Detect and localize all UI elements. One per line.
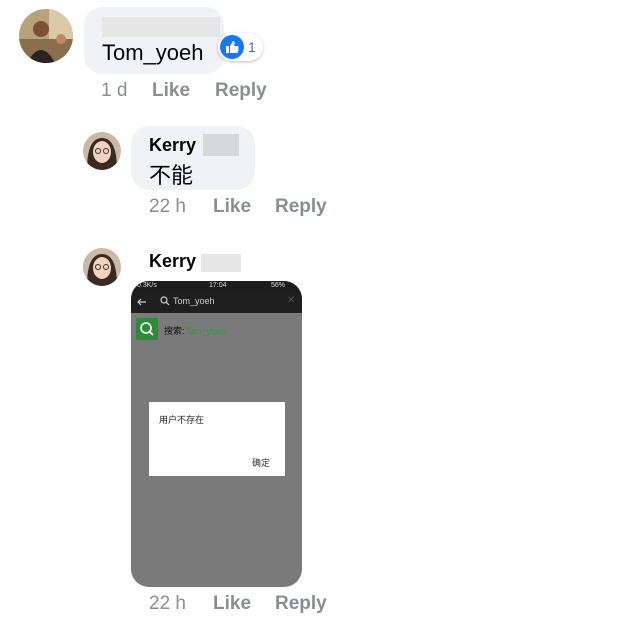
- phone-result-query: Tom_yoeh: [184, 326, 227, 336]
- comment-time[interactable]: 1 d: [101, 80, 127, 102]
- avatar-commenter-2[interactable]: [83, 132, 121, 170]
- phone-search-query: Tom_yoeh: [173, 296, 215, 306]
- reply-button[interactable]: Reply: [275, 593, 327, 615]
- comment-text: Tom_yoeh: [102, 40, 204, 65]
- clear-icon: ✕: [287, 295, 296, 306]
- phone-alert-dialog: 用户不存在 确定: [149, 402, 285, 476]
- comment-author[interactable]: Kerry: [149, 135, 196, 156]
- comment-actions-3: 22 h Like Reply: [0, 593, 640, 617]
- comment-text: 不能: [149, 163, 194, 188]
- comment-actions-1: 1 d Like Reply: [0, 80, 640, 104]
- comment-time[interactable]: 22 h: [149, 593, 186, 615]
- search-icon: [160, 296, 170, 306]
- phone-result-prefix: 搜索:: [164, 326, 185, 336]
- thumbs-up-icon: [220, 35, 244, 59]
- like-button[interactable]: Like: [213, 196, 251, 218]
- status-battery: 56%: [271, 282, 286, 289]
- phone-dialog-ok-button: 确定: [252, 458, 271, 468]
- phone-dialog-message: 用户不存在: [159, 415, 205, 425]
- redacted-author-surname: [201, 254, 241, 272]
- comment-bubble-2: Kerry 不能: [131, 126, 255, 190]
- status-clock: 17:04: [209, 282, 227, 289]
- reaction-badge[interactable]: 1: [218, 33, 263, 61]
- like-button[interactable]: Like: [213, 593, 251, 615]
- phone-search-bar: Tom_yoeh ✕: [131, 291, 302, 313]
- phone-result-search-icon: [136, 318, 158, 340]
- reply-button[interactable]: Reply: [275, 196, 327, 218]
- reaction-count: 1: [248, 39, 256, 55]
- reply-button[interactable]: Reply: [215, 80, 267, 102]
- comment-bubble-1: Tom_yoeh: [84, 7, 224, 74]
- attached-screenshot[interactable]: 0.3K/s 17:04 56% Tom_yoeh ✕ 搜索: Tom_yoeh …: [131, 281, 302, 587]
- back-arrow-icon: [137, 298, 146, 306]
- avatar-commenter-3[interactable]: [83, 248, 121, 286]
- redacted-author-name: [102, 17, 220, 37]
- comment-time[interactable]: 22 h: [149, 196, 186, 218]
- redacted-author-surname: [203, 134, 239, 156]
- avatar-commenter-1[interactable]: [19, 9, 73, 63]
- like-button[interactable]: Like: [152, 80, 190, 102]
- phone-status-bar: 0.3K/s 17:04 56%: [131, 281, 302, 291]
- phone-result-text: 搜索:Tom_yoeh: [164, 324, 226, 337]
- comment-author[interactable]: Kerry: [149, 251, 196, 272]
- status-network-speed: 0.3K/s: [137, 282, 157, 289]
- comment-actions-2: 22 h Like Reply: [0, 196, 640, 220]
